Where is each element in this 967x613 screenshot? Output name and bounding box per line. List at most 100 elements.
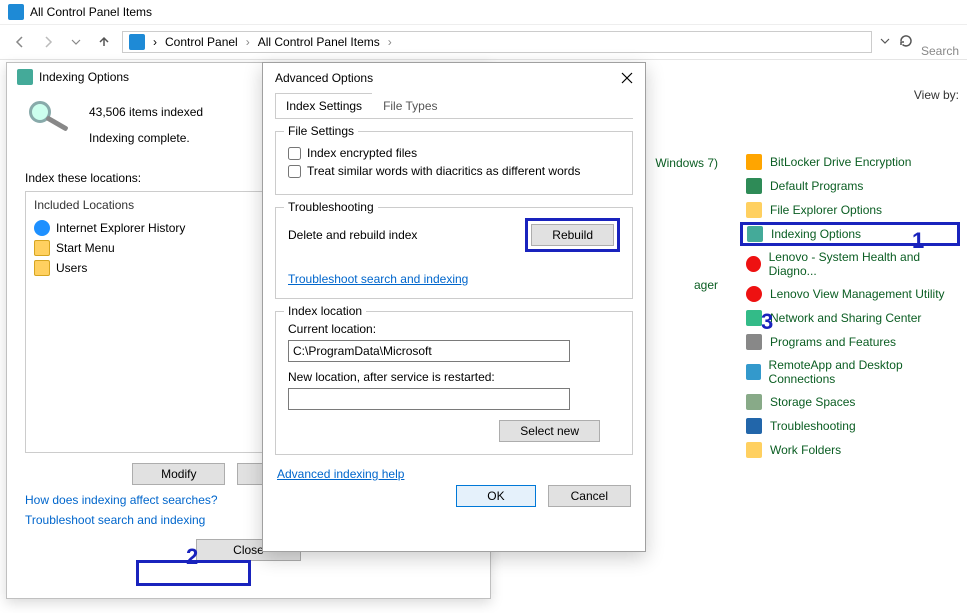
chevron-right-icon: ›: [246, 35, 250, 49]
indexing-options-icon: [17, 69, 33, 85]
advanced-options-dialog: Advanced Options Index Settings File Typ…: [262, 62, 646, 552]
cp-toolbar: › Control Panel › All Control Panel Item…: [0, 25, 967, 60]
folder-icon: [34, 240, 50, 256]
indexing-status: Indexing complete.: [89, 131, 203, 145]
link-troubleshoot-search[interactable]: Troubleshoot search and indexing: [288, 272, 468, 286]
refresh-button[interactable]: [898, 33, 914, 52]
magnifier-icon: [25, 101, 73, 137]
rebuild-button[interactable]: Rebuild: [531, 224, 614, 246]
checkbox-encrypted[interactable]: Index encrypted files: [288, 146, 620, 160]
partial-item[interactable]: ager: [638, 274, 718, 296]
cp-item-label: BitLocker Drive Encryption: [770, 155, 911, 169]
location-label: Internet Explorer History: [56, 221, 185, 235]
cp-item-label: Indexing Options: [771, 227, 861, 241]
checkbox-diacritics[interactable]: Treat similar words with diacritics as d…: [288, 164, 620, 178]
nav-back-button[interactable]: [10, 32, 30, 52]
view-by-label: View by:: [914, 88, 959, 102]
folder-icon: [34, 260, 50, 276]
window-title: All Control Panel Items: [30, 5, 152, 19]
col-included-locations[interactable]: Included Locations: [34, 198, 134, 212]
cp-item-troubleshooting[interactable]: Troubleshooting: [740, 414, 960, 438]
cp-item-default-programs[interactable]: Default Programs: [740, 174, 960, 198]
tabstrip: Index Settings File Types: [275, 93, 633, 119]
checkbox-diacritics-input[interactable]: [288, 165, 301, 178]
nav-forward-button[interactable]: [38, 32, 58, 52]
partial-item[interactable]: Windows 7): [638, 152, 718, 174]
cp-item-label: RemoteApp and Desktop Connections: [769, 358, 954, 386]
cp-items-column: BitLocker Drive Encryption Default Progr…: [740, 150, 960, 462]
search-input[interactable]: Search: [921, 44, 959, 58]
cp-item-work-folders[interactable]: Work Folders: [740, 438, 960, 462]
breadcrumb-item[interactable]: Control Panel: [165, 35, 238, 49]
modify-button[interactable]: Modify: [132, 463, 225, 485]
cp-item-label: Lenovo View Management Utility: [770, 287, 945, 301]
checkbox-encrypted-input[interactable]: [288, 147, 301, 160]
cp-item-lenovo-health[interactable]: Lenovo - System Health and Diagno...: [740, 246, 960, 282]
current-location-label: Current location:: [288, 322, 620, 336]
cp-item-label: Storage Spaces: [770, 395, 855, 409]
tab-index-settings[interactable]: Index Settings: [275, 93, 373, 118]
dialog-title: Indexing Options: [39, 70, 129, 84]
chevron-right-icon: ›: [153, 35, 157, 49]
annotation-box-3: Rebuild: [525, 218, 620, 252]
select-new-button[interactable]: Select new: [499, 420, 600, 442]
cp-item-label: Default Programs: [770, 179, 863, 193]
index-location-legend: Index location: [284, 304, 366, 318]
cp-item-bitlocker[interactable]: BitLocker Drive Encryption: [740, 150, 960, 174]
cp-window-titlebar: All Control Panel Items: [0, 0, 967, 25]
cp-item-label: Work Folders: [770, 443, 841, 457]
indexing-options-icon: [747, 226, 763, 242]
link-troubleshoot[interactable]: Troubleshoot search and indexing: [25, 513, 205, 527]
network-icon: [746, 310, 762, 326]
cp-item-label: Lenovo - System Health and Diagno...: [769, 250, 954, 278]
cancel-button[interactable]: Cancel: [548, 485, 631, 507]
default-programs-icon: [746, 178, 762, 194]
tab-file-types[interactable]: File Types: [372, 93, 448, 118]
cp-item-lenovo-view[interactable]: Lenovo View Management Utility: [740, 282, 960, 306]
programs-icon: [746, 334, 762, 350]
annotation-2: 2: [186, 544, 198, 570]
nav-up-button[interactable]: [94, 32, 114, 52]
nav-recent-dropdown[interactable]: [66, 32, 86, 52]
advanced-title: Advanced Options: [275, 71, 373, 85]
ie-icon: [34, 220, 50, 236]
items-indexed-count: 43,506 items indexed: [89, 101, 203, 119]
cp-item-storage-spaces[interactable]: Storage Spaces: [740, 390, 960, 414]
partial-items: Windows 7) ager: [638, 152, 718, 296]
file-settings-legend: File Settings: [284, 124, 358, 138]
remoteapp-icon: [746, 364, 761, 380]
cp-item-remoteapp[interactable]: RemoteApp and Desktop Connections: [740, 354, 960, 390]
address-dropdown-icon[interactable]: [880, 35, 890, 49]
address-bar[interactable]: › Control Panel › All Control Panel Item…: [122, 31, 872, 53]
work-folders-icon: [746, 442, 762, 458]
cp-item-label: Troubleshooting: [770, 419, 856, 433]
troubleshooting-legend: Troubleshooting: [284, 200, 378, 214]
delete-rebuild-label: Delete and rebuild index: [288, 228, 417, 242]
folder-options-icon: [746, 202, 762, 218]
lenovo-view-icon: [746, 286, 762, 302]
ok-button[interactable]: OK: [456, 485, 535, 507]
storage-icon: [746, 394, 762, 410]
lenovo-health-icon: [746, 256, 761, 272]
new-location-field[interactable]: [288, 388, 570, 410]
group-file-settings: File Settings Index encrypted files Trea…: [275, 131, 633, 195]
breadcrumb-item[interactable]: All Control Panel Items: [258, 35, 380, 49]
close-icon[interactable]: [621, 72, 633, 84]
cp-item-file-explorer-options[interactable]: File Explorer Options: [740, 198, 960, 222]
bitlocker-icon: [746, 154, 762, 170]
cp-item-label: File Explorer Options: [770, 203, 882, 217]
troubleshooting-icon: [746, 418, 762, 434]
current-location-field[interactable]: [288, 340, 570, 362]
cp-item-indexing-options[interactable]: Indexing Options: [740, 222, 960, 246]
link-how-affect[interactable]: How does indexing affect searches?: [25, 493, 218, 507]
chevron-right-icon: ›: [388, 35, 392, 49]
link-advanced-help[interactable]: Advanced indexing help: [277, 467, 404, 481]
address-icon: [129, 34, 145, 50]
cp-item-label: Programs and Features: [770, 335, 896, 349]
annotation-3: 3: [761, 309, 773, 335]
location-label: Users: [56, 261, 87, 275]
location-label: Start Menu: [56, 241, 115, 255]
new-location-label: New location, after service is restarted…: [288, 370, 620, 384]
cp-item-label: Network and Sharing Center: [770, 311, 921, 325]
control-panel-icon: [8, 4, 24, 20]
